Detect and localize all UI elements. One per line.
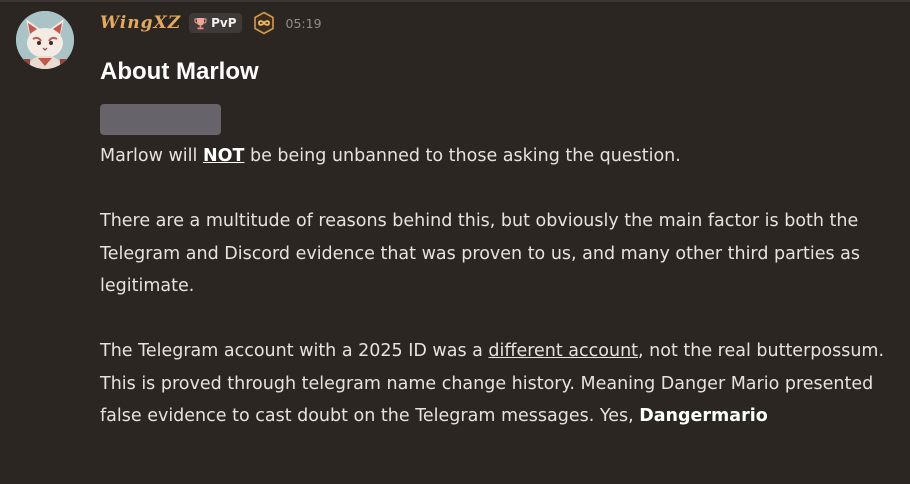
avatar[interactable] (16, 11, 74, 69)
spoiler-block[interactable] (100, 104, 221, 135)
infinity-badge-icon[interactable] (252, 11, 276, 35)
paragraph: There are a multitude of reasons behind … (100, 211, 861, 296)
message-heading: About Marlow (100, 58, 259, 85)
text-span: Marlow will (100, 146, 203, 166)
underlined-text: NOT (202, 146, 245, 166)
guild-tag-label: PvP (211, 16, 237, 30)
paragraph: The Telegram account with a 2025 ID was … (100, 335, 890, 433)
bold-text: Dangermario (639, 406, 768, 426)
author-name[interactable]: WingXZ (100, 13, 181, 33)
paragraph: Marlow will NOT be being unbanned to tho… (100, 140, 890, 173)
message-timestamp[interactable]: 05:19 (286, 16, 322, 31)
avatar-image (16, 11, 74, 69)
guild-tag-badge[interactable]: PvP (189, 13, 242, 33)
emphasis-text: NOT (203, 146, 244, 166)
message-body: Marlow will NOT be being unbanned to tho… (100, 140, 890, 433)
trophy-icon (194, 17, 207, 30)
text-span: The Telegram account with a 2025 ID was … (100, 341, 489, 361)
chat-message: WingXZ PvP 05:19 About Marlow Marlow wil… (0, 0, 910, 484)
text-span: be being unbanned to those asking the qu… (244, 146, 681, 166)
divider (0, 0, 910, 2)
underlined-text: different account (488, 341, 639, 361)
message-header: WingXZ PvP 05:19 (100, 10, 322, 36)
